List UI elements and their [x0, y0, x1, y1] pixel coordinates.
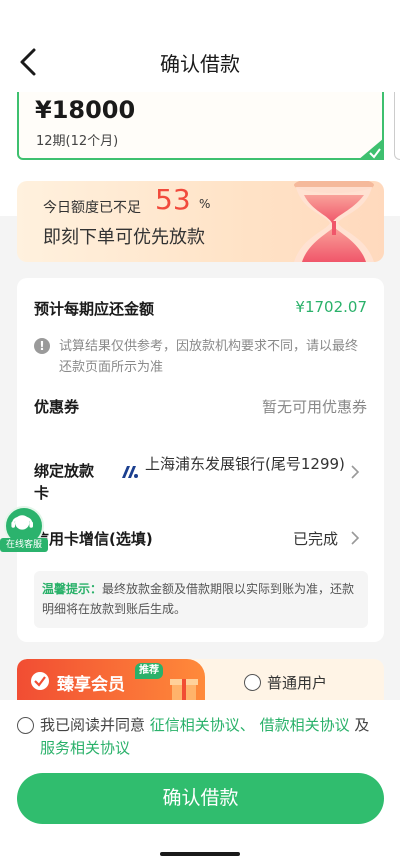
loan-option-card[interactable]: ¥18000 12期(12个月)	[17, 92, 384, 160]
vip-member-option[interactable]: 臻享会员 推荐	[17, 659, 205, 701]
info-icon: !	[34, 338, 50, 354]
agreement-checkbox[interactable]	[17, 717, 34, 734]
warm-tip-text: 温馨提示：最终放款金额及借款期限以实际到账为准，还款明细将在放款到账后生成。	[42, 579, 364, 619]
vip-member-label: 臻享会员	[57, 675, 125, 695]
normal-user-label[interactable]: 普通用户	[267, 672, 327, 693]
promo-percent: 53	[155, 183, 191, 216]
loan-details-card: 预计每期应还金额 ¥1702.07 ! 试算结果仅供参考，因放款机构要求不同，请…	[17, 278, 384, 642]
gift-box-icon	[170, 679, 198, 701]
credit-agreement-link[interactable]: 征信相关协议	[150, 716, 240, 734]
vip-selected-icon	[31, 672, 49, 690]
credit-card-label: 信用卡增信(选填)	[34, 530, 153, 548]
coupon-value[interactable]: 暂无可用优惠券	[262, 396, 367, 417]
loan-agreement-link[interactable]: 借款相关协议	[260, 716, 350, 734]
confirm-loan-button[interactable]: 确认借款	[17, 773, 384, 824]
membership-selector: 臻享会员 推荐 普通用户	[17, 659, 384, 701]
monthly-repayment-value: ¥1702.07	[295, 298, 367, 316]
quota-promo-banner: 今日额度已不足 53 % 即刻下单可优先放款	[17, 181, 384, 262]
service-agreement-link[interactable]: 服务相关协议	[40, 739, 130, 757]
monthly-repayment-label: 预计每期应还金额	[34, 300, 155, 318]
promo-text-line2: 即刻下单可优先放款	[43, 227, 205, 248]
coupon-label: 优惠券	[34, 398, 80, 416]
loan-amount: ¥18000	[35, 96, 136, 124]
warm-tip-box: 温馨提示：最终放款金额及借款期限以实际到账为准，还款明细将在放款到账后生成。	[34, 571, 368, 628]
warm-tip-label: 温馨提示：	[42, 582, 103, 596]
spdb-bank-logo-icon	[122, 466, 138, 478]
loan-term: 12期(12个月)	[36, 134, 119, 149]
agreement-and: 及	[349, 716, 370, 734]
agreement-text: 我已阅读并同意 征信相关协议、 借款相关协议 及 服务相关协议	[40, 714, 380, 760]
hourglass-icon	[294, 181, 374, 262]
bind-card-label: 绑定放款卡	[34, 462, 95, 502]
promo-text-line1: 今日额度已不足	[43, 200, 141, 216]
header: 确认借款	[0, 0, 400, 92]
agreement-separator: 、	[239, 716, 260, 734]
chevron-right-icon[interactable]	[350, 465, 360, 479]
chevron-right-icon[interactable]	[350, 531, 360, 545]
credit-card-status[interactable]: 已完成	[293, 528, 338, 549]
page-title: 确认借款	[160, 52, 240, 76]
promo-percent-sign: %	[199, 197, 211, 211]
loan-option-card-next[interactable]	[394, 92, 400, 160]
bottom-action-panel: 我已阅读并同意 征信相关协议、 借款相关协议 及 服务相关协议 确认借款	[0, 700, 400, 866]
selected-check-icon	[358, 138, 384, 160]
estimate-note: 试算结果仅供参考，因放款机构要求不同，请以最终还款页面所示为准	[59, 339, 359, 375]
recommend-badge: 推荐	[135, 663, 163, 679]
online-service-button[interactable]: 在线客服	[0, 506, 48, 552]
home-indicator	[160, 852, 240, 856]
agreement-prefix: 我已阅读并同意	[40, 716, 150, 734]
bank-card-value[interactable]: 上海浦东发展银行(尾号1299)	[145, 454, 345, 475]
online-service-label: 在线客服	[0, 538, 48, 552]
normal-user-radio[interactable]	[244, 674, 261, 691]
